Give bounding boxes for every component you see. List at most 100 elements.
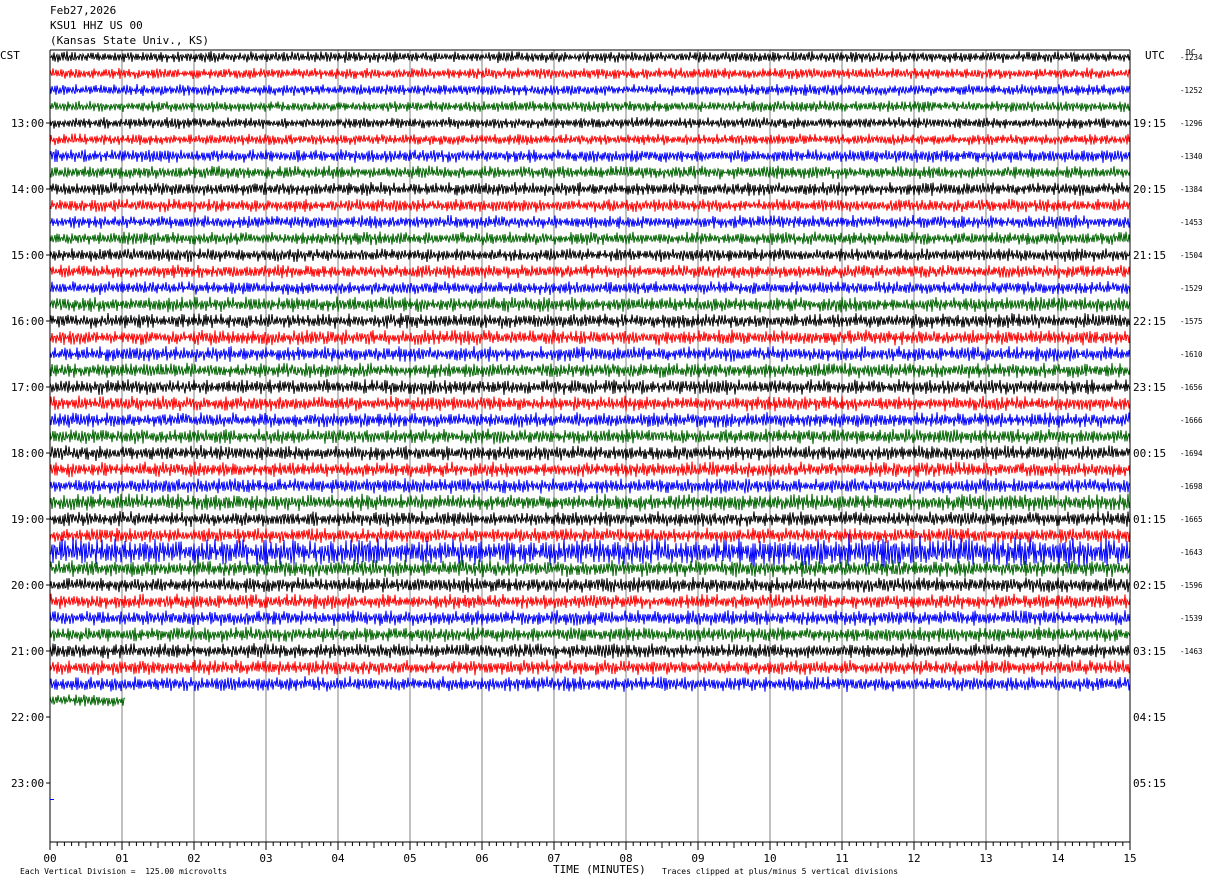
station-code: KSU1 HHZ US 00 <box>50 19 143 32</box>
trace-row-30 <box>49 533 1131 569</box>
x-tick-label: 12 <box>907 852 920 865</box>
seismic-traces <box>49 51 1131 707</box>
utc-hour-label: 05:15 <box>1133 777 1166 790</box>
trace-row-1 <box>49 67 1131 80</box>
dc-offset-value: -1504 <box>1180 251 1203 260</box>
trace-row-0 <box>49 51 1131 64</box>
trace-row-37 <box>49 659 1131 676</box>
x-tick-label: 10 <box>763 852 776 865</box>
trace-row-36 <box>49 643 1131 659</box>
utc-hour-label: 20:15 <box>1133 183 1166 196</box>
trace-row-4 <box>49 116 1131 130</box>
dc-offset-value: -1666 <box>1180 416 1203 425</box>
x-tick-label: 06 <box>475 852 488 865</box>
trace-row-13 <box>49 264 1131 279</box>
trace-row-28 <box>49 511 1131 527</box>
trace-row-9 <box>49 198 1131 213</box>
trace-row-35 <box>49 626 1131 643</box>
dc-offset-value: -1694 <box>1180 449 1203 458</box>
trace-row-20 <box>49 379 1131 395</box>
cst-hour-label: 16:00 <box>11 315 44 328</box>
dc-offset-value: -1529 <box>1180 284 1203 293</box>
trace-row-18 <box>49 345 1131 362</box>
plot-date: Feb27,2026 <box>50 4 117 17</box>
x-tick-label: 15 <box>1123 852 1136 865</box>
utc-hour-label: 19:15 <box>1133 117 1166 130</box>
cst-hour-label: 20:00 <box>11 579 44 592</box>
dc-offset-column: -1234-1252-1296-1340-1384-1453-1504-1529… <box>1180 53 1203 656</box>
dc-offset-value: -1596 <box>1180 581 1203 590</box>
x-tick-label: 02 <box>187 852 200 865</box>
trace-row-22 <box>49 412 1131 428</box>
dc-offset-value: -1698 <box>1180 482 1203 491</box>
trace-row-19 <box>49 362 1131 379</box>
x-axis-title: TIME (MINUTES) <box>553 863 646 876</box>
trace-row-26 <box>49 478 1131 494</box>
trace-row-3 <box>49 100 1131 113</box>
utc-hour-label: 00:15 <box>1133 447 1166 460</box>
x-tick-label: 00 <box>43 852 56 865</box>
trace-row-29 <box>49 527 1131 544</box>
trace-row-2 <box>49 84 1131 97</box>
utc-hour-label: 23:15 <box>1133 381 1166 394</box>
trace-row-16 <box>49 312 1131 329</box>
dc-offset-value: -1665 <box>1180 515 1203 524</box>
cst-hour-label: 21:00 <box>11 645 44 658</box>
dc-offset-value: -1575 <box>1180 317 1203 326</box>
dc-offset-value: -1539 <box>1180 614 1203 623</box>
trace-row-27 <box>49 493 1131 512</box>
trace-row-33 <box>49 593 1131 610</box>
utc-hour-label: 02:15 <box>1133 579 1166 592</box>
dc-column-label: DC <box>1186 48 1196 57</box>
trace-row-25 <box>49 461 1131 478</box>
dc-offset-value: -1610 <box>1180 350 1203 359</box>
utc-hour-label: 01:15 <box>1133 513 1166 526</box>
dc-offset-value: -1296 <box>1180 119 1203 128</box>
trace-row-14 <box>49 281 1131 295</box>
trace-row-10 <box>49 214 1131 229</box>
x-tick-label: 05 <box>403 852 416 865</box>
trace-row-31 <box>49 559 1131 578</box>
trace-row-38 <box>49 676 1131 692</box>
dc-offset-value: -1340 <box>1180 152 1203 161</box>
helicorder-plot: 00 01 02 03 04 05 06 07 08 09 10 11 12 13 14 1513:0014:… <box>11 49 1203 865</box>
x-tick-label: 13 <box>979 852 992 865</box>
scale-note: Each Vertical Division = 125.00 microvol… <box>20 867 228 876</box>
dc-offset-value: -1643 <box>1180 548 1203 557</box>
trace-row-7 <box>49 165 1131 180</box>
trace-row-6 <box>49 149 1131 163</box>
trace-row-23 <box>49 428 1131 445</box>
trace-row-11 <box>49 231 1131 246</box>
trace-row-12 <box>49 248 1131 263</box>
x-tick-label: 14 <box>1051 852 1065 865</box>
trace-row-17 <box>49 329 1131 346</box>
right-timezone-label: UTC <box>1145 49 1165 62</box>
utc-hour-label: 03:15 <box>1133 645 1166 658</box>
dc-offset-value: -1453 <box>1180 218 1203 227</box>
x-tick-label: 04 <box>331 852 345 865</box>
left-timezone-label: CST <box>0 49 20 62</box>
clip-note: Traces clipped at plus/minus 5 vertical … <box>662 867 899 876</box>
cst-hour-label: 15:00 <box>11 249 44 262</box>
minute-gridlines <box>121 50 1059 842</box>
trace-row-32 <box>49 577 1131 594</box>
cst-hour-label: 18:00 <box>11 447 44 460</box>
cst-hour-label: 22:00 <box>11 711 44 724</box>
cst-hour-label: 19:00 <box>11 513 44 526</box>
trace-row-39 <box>49 694 126 707</box>
cst-hour-label: 17:00 <box>11 381 44 394</box>
trace-row-24 <box>49 445 1131 461</box>
trace-row-34 <box>49 610 1131 626</box>
utc-hour-label: 21:15 <box>1133 249 1166 262</box>
cst-hour-label: 14:00 <box>11 183 44 196</box>
utc-hour-label: 22:15 <box>1133 315 1166 328</box>
x-tick-label: 01 <box>115 852 128 865</box>
trace-row-8 <box>49 181 1131 196</box>
station-site: (Kansas State Univ., KS) <box>50 34 209 47</box>
x-tick-label: 09 <box>691 852 704 865</box>
x-tick-label: 03 <box>259 852 272 865</box>
trace-row-21 <box>49 395 1131 412</box>
cst-hour-label: 23:00 <box>11 777 44 790</box>
x-tick-label: 11 <box>835 852 848 865</box>
cst-hour-label: 13:00 <box>11 117 44 130</box>
